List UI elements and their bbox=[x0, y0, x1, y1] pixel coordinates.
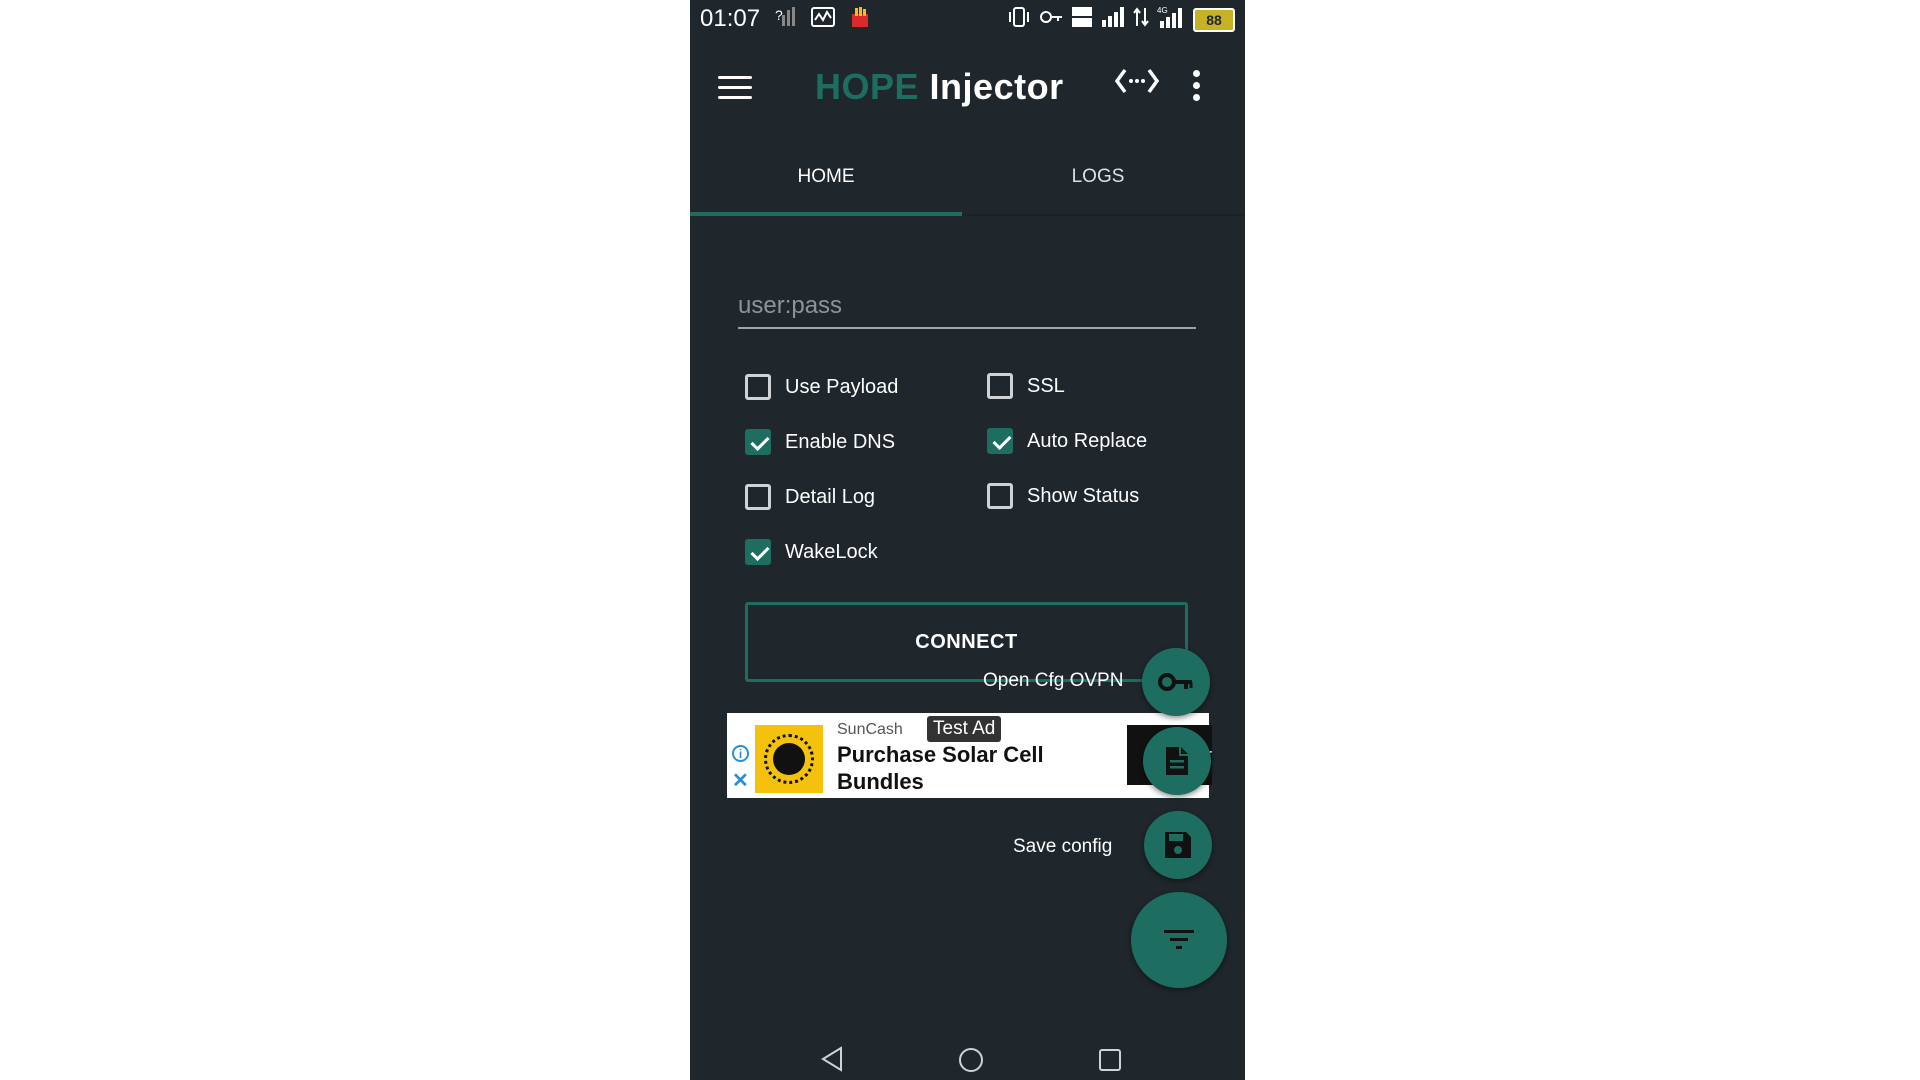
tab-bar: HOME LOGS bbox=[690, 138, 1245, 216]
document-icon bbox=[1166, 747, 1188, 775]
no-signal-icon: ? bbox=[775, 6, 797, 34]
key-icon bbox=[1158, 673, 1193, 691]
login-field-wrap bbox=[738, 285, 1196, 330]
ssl-label: SSL bbox=[1027, 374, 1065, 397]
ad-sponsor: SunCash bbox=[837, 721, 903, 738]
user-pass-input[interactable] bbox=[738, 285, 1196, 329]
app-notification-icon bbox=[849, 6, 871, 34]
option-ssl[interactable]: SSL bbox=[987, 373, 1065, 399]
option-enable-dns[interactable]: Enable DNS bbox=[745, 429, 895, 455]
system-nav-bar bbox=[690, 1010, 1245, 1080]
auto-replace-checkbox[interactable] bbox=[987, 428, 1013, 454]
use-payload-label: Use Payload bbox=[785, 375, 899, 398]
show-status-label: Show Status bbox=[1027, 484, 1140, 507]
home-icon[interactable] bbox=[958, 1047, 984, 1078]
wakelock-checkbox[interactable] bbox=[745, 539, 771, 565]
fab-menu-toggle-button[interactable] bbox=[1131, 892, 1227, 988]
save-icon bbox=[1165, 832, 1191, 858]
filter-icon bbox=[1164, 930, 1194, 949]
ssl-checkbox[interactable] bbox=[987, 373, 1013, 399]
ad-banner[interactable]: i ✕ SunCash Purchase Solar Cell Bundles … bbox=[727, 713, 1212, 798]
signal-4g-icon: 4G bbox=[1157, 5, 1185, 35]
show-status-checkbox[interactable] bbox=[987, 483, 1013, 509]
app-title-injector: Injector bbox=[929, 66, 1064, 107]
wakelock-label: WakeLock bbox=[785, 540, 878, 563]
ad-headline[interactable]: Purchase Solar Cell Bundles bbox=[837, 741, 1077, 795]
sun-icon bbox=[764, 734, 814, 784]
phone-screen: 01:07 ? 4G 88 HOPE Injector HOME LOGS us… bbox=[690, 0, 1245, 1080]
tab-indicator bbox=[690, 212, 962, 216]
svg-text:?: ? bbox=[775, 7, 783, 23]
battery-icon: 88 bbox=[1193, 8, 1235, 32]
hd-icon bbox=[1071, 6, 1093, 34]
option-show-status[interactable]: Show Status bbox=[987, 483, 1139, 509]
svg-text:4G: 4G bbox=[1157, 6, 1168, 15]
status-time: 01:07 bbox=[700, 5, 761, 32]
ad-info-icon[interactable]: i bbox=[732, 745, 749, 762]
open-config-file-button[interactable] bbox=[1143, 727, 1211, 795]
enable-dns-label: Enable DNS bbox=[785, 430, 896, 453]
data-transfer-icon bbox=[1133, 6, 1149, 34]
status-bar: 01:07 ? 4G 88 bbox=[690, 0, 1245, 38]
open-cfg-ovpn-label[interactable]: Open Cfg OVPN bbox=[983, 670, 1123, 692]
app-title-hope: HOPE bbox=[815, 66, 920, 107]
vibrate-icon bbox=[1007, 6, 1031, 34]
recents-icon[interactable] bbox=[1098, 1048, 1122, 1077]
detail-log-label: Detail Log bbox=[785, 485, 876, 508]
enable-dns-checkbox[interactable] bbox=[745, 429, 771, 455]
vpn-key-icon bbox=[1039, 6, 1063, 34]
activity-icon bbox=[811, 6, 835, 34]
app-bar: HOPE Injector bbox=[690, 38, 1245, 138]
option-wakelock[interactable]: WakeLock bbox=[745, 539, 878, 565]
back-icon[interactable] bbox=[820, 1046, 844, 1077]
detail-log-checkbox[interactable] bbox=[745, 484, 771, 510]
signal-icon bbox=[1101, 6, 1125, 34]
option-detail-log[interactable]: Detail Log bbox=[745, 484, 875, 510]
code-icon[interactable] bbox=[1114, 66, 1160, 104]
ad-test-badge: Test Ad bbox=[927, 716, 1002, 742]
menu-icon[interactable] bbox=[718, 76, 752, 102]
ad-sun-image bbox=[755, 725, 823, 793]
tab-home[interactable]: HOME bbox=[690, 166, 962, 188]
save-config-label[interactable]: Save config bbox=[1013, 836, 1112, 858]
open-cfg-ovpn-button[interactable] bbox=[1142, 648, 1210, 716]
option-auto-replace[interactable]: Auto Replace bbox=[987, 428, 1147, 454]
more-options-icon[interactable] bbox=[1193, 70, 1201, 106]
ad-close-icon[interactable]: ✕ bbox=[732, 768, 749, 793]
tab-logs[interactable]: LOGS bbox=[962, 166, 1234, 188]
save-config-button[interactable] bbox=[1144, 811, 1212, 879]
auto-replace-label: Auto Replace bbox=[1027, 429, 1148, 452]
app-title: HOPE Injector bbox=[815, 66, 1064, 108]
option-use-payload[interactable]: Use Payload bbox=[745, 374, 898, 400]
use-payload-checkbox[interactable] bbox=[745, 374, 771, 400]
